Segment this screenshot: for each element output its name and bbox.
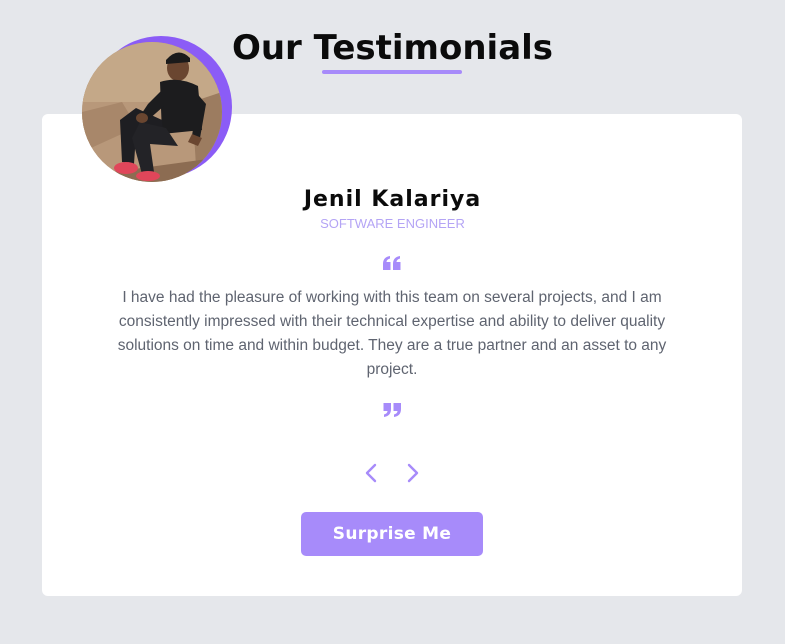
- testimonial-text: I have had the pleasure of working with …: [117, 289, 667, 378]
- testimonial-author-name: Jenil Kalariya: [303, 187, 482, 212]
- chevron-right-icon: [407, 463, 419, 483]
- surprise-me-button[interactable]: Surprise Me: [301, 512, 483, 556]
- prev-testimonial-button[interactable]: [357, 459, 385, 487]
- person-photo-icon: [82, 42, 222, 182]
- quote-close-icon: [383, 403, 401, 417]
- avatar: [82, 42, 222, 182]
- testimonial-author-job: SOFTWARE ENGINEER: [320, 216, 465, 231]
- title-underline: [322, 70, 462, 74]
- quote-open-icon: [383, 256, 401, 270]
- next-testimonial-button[interactable]: [399, 459, 427, 487]
- chevron-left-icon: [365, 463, 377, 483]
